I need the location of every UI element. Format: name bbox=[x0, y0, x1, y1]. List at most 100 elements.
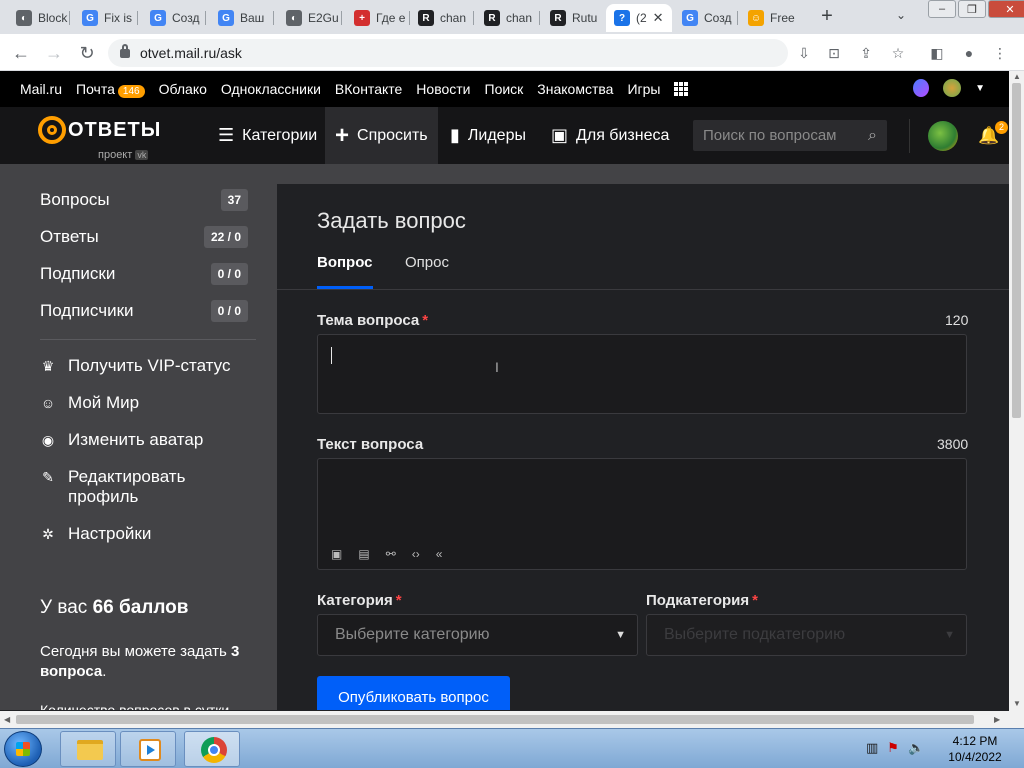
portal-link-vk[interactable]: ВКонтакте bbox=[335, 81, 402, 97]
more-menu-icon[interactable]: ⋮ bbox=[990, 43, 1010, 63]
url-omnibox[interactable]: otvet.mail.ru/ask bbox=[108, 39, 788, 67]
tab-poll[interactable]: Опрос bbox=[405, 254, 449, 271]
browser-tab[interactable]: R Rutu bbox=[542, 4, 606, 32]
network-icon[interactable]: ▥ bbox=[866, 740, 878, 756]
minimize-icon[interactable]: – bbox=[928, 0, 956, 18]
sidebar-item-answers[interactable]: Ответы 22 / 0 bbox=[40, 224, 248, 250]
user-avatar-small[interactable] bbox=[943, 79, 962, 97]
sidebar-item-questions[interactable]: Вопросы 37 bbox=[40, 187, 248, 213]
share-icon[interactable]: ⇪ bbox=[856, 43, 876, 63]
tab-search-chevron-icon[interactable]: ⌄ bbox=[896, 8, 906, 22]
start-button[interactable] bbox=[4, 731, 42, 767]
category-select[interactable]: Выберите категорию ▼ bbox=[317, 614, 638, 656]
vk-badge-icon: vk bbox=[135, 150, 149, 160]
scroll-down-icon[interactable]: ▼ bbox=[1013, 699, 1021, 708]
translate-icon[interactable]: ⊡ bbox=[824, 43, 844, 63]
taskbar-media-player[interactable] bbox=[120, 731, 176, 767]
insert-quote-icon[interactable]: « bbox=[436, 547, 443, 561]
sidebar-item-subscriptions[interactable]: Подписки 0 / 0 bbox=[40, 261, 248, 287]
window-close-icon[interactable]: ✕ bbox=[988, 0, 1024, 18]
browser-tab[interactable]: ◐ E2Gu bbox=[278, 4, 342, 32]
portal-link-mail[interactable]: Почта 146 bbox=[76, 81, 145, 98]
header-divider bbox=[909, 119, 910, 153]
forward-arrow-icon[interactable]: → bbox=[43, 42, 65, 64]
sidebar-link-settings[interactable]: ✲ Настройки bbox=[40, 524, 151, 544]
horizontal-scroll-thumb[interactable] bbox=[16, 715, 974, 724]
sidebar-link-edit-profile[interactable]: ✎ Редактировать профиль bbox=[40, 467, 210, 507]
lock-icon[interactable] bbox=[120, 43, 130, 58]
browser-tab[interactable]: ☺ Free bbox=[740, 4, 804, 32]
nav-business[interactable]: ▣ Для бизнеса bbox=[541, 107, 679, 164]
volume-icon[interactable]: 🔈 bbox=[908, 740, 924, 756]
portal-link-ok[interactable]: Одноклассники bbox=[221, 81, 321, 97]
tab-question[interactable]: Вопрос bbox=[317, 254, 373, 271]
new-tab-button[interactable]: + bbox=[816, 6, 838, 28]
clock-time: 4:12 PM bbox=[952, 734, 998, 748]
back-arrow-icon[interactable]: ← bbox=[10, 42, 32, 64]
browser-tab-active[interactable]: ? (2 ✕ bbox=[606, 4, 672, 32]
reload-icon[interactable]: ↻ bbox=[76, 42, 98, 64]
portal-link-mailru[interactable]: Mail.ru bbox=[20, 81, 62, 97]
portal-link-dating[interactable]: Знакомства bbox=[537, 81, 613, 97]
bookmark-star-icon[interactable]: ☆ bbox=[888, 43, 908, 63]
user-avatar[interactable] bbox=[928, 121, 958, 151]
browser-tab[interactable]: Rchan bbox=[476, 4, 540, 32]
required-asterisk: * bbox=[395, 592, 402, 609]
browser-tab[interactable]: + Где е bbox=[346, 4, 410, 32]
portal-link-news[interactable]: Новости bbox=[416, 81, 470, 97]
nav-leaders[interactable]: ▮ Лидеры bbox=[440, 107, 536, 164]
header-search-input[interactable]: Поиск по вопросам ⌕ bbox=[693, 120, 887, 151]
browser-tab[interactable]: ◐ Block bbox=[8, 4, 70, 32]
nav-categories[interactable]: ☰ Категории bbox=[208, 107, 327, 164]
browser-tab[interactable]: Rchan bbox=[410, 4, 474, 32]
horizontal-scrollbar[interactable]: ◀ ▶ bbox=[0, 711, 1024, 728]
sidebar-item-subscribers[interactable]: Подписчики 0 / 0 bbox=[40, 298, 248, 324]
tab-title: chan bbox=[440, 11, 467, 25]
sidebar-link-change-avatar[interactable]: ◉ Изменить аватар bbox=[40, 430, 203, 450]
insert-link-icon[interactable]: ⚯ bbox=[386, 547, 396, 561]
browser-tab[interactable]: G Созд bbox=[674, 4, 738, 32]
insert-image-icon[interactable]: ▣ bbox=[331, 547, 342, 561]
taskbar-chrome[interactable] bbox=[184, 731, 240, 767]
taskbar-explorer[interactable] bbox=[60, 731, 116, 767]
question-text-editor[interactable]: ▣ ▤ ⚯ ‹› « bbox=[317, 458, 967, 570]
edit-profile-icon: ✎ bbox=[42, 469, 54, 485]
topic-input[interactable]: I bbox=[317, 334, 967, 414]
insert-code-icon[interactable]: ‹› bbox=[412, 547, 420, 561]
otvety-logo[interactable]: ОТВЕТЫ проект vk bbox=[38, 116, 162, 161]
url-text[interactable]: otvet.mail.ru/ask bbox=[140, 45, 242, 61]
tab-close-icon[interactable]: ✕ bbox=[653, 10, 664, 26]
chevron-down-icon[interactable]: ▼ bbox=[975, 83, 985, 94]
browser-tab[interactable]: G Fix is bbox=[74, 4, 138, 32]
sidebar-link-vip[interactable]: ♛ Получить VIP-статус bbox=[40, 356, 231, 376]
portal-link-cloud[interactable]: Облако bbox=[159, 81, 207, 97]
action-center-icon[interactable]: ⚑ bbox=[887, 740, 899, 756]
maximize-icon[interactable]: ❐ bbox=[958, 0, 986, 18]
scroll-up-icon[interactable]: ▲ bbox=[1013, 72, 1021, 81]
portal-link-search[interactable]: Поиск bbox=[485, 81, 524, 97]
side-panel-icon[interactable]: ◧ bbox=[927, 43, 947, 63]
insert-video-icon[interactable]: ▤ bbox=[358, 547, 369, 561]
logo-word: ОТВЕТЫ bbox=[68, 118, 162, 141]
install-app-icon[interactable]: ⇩ bbox=[794, 43, 814, 63]
scroll-right-icon[interactable]: ▶ bbox=[994, 715, 1000, 724]
apps-grid-icon[interactable] bbox=[674, 82, 689, 96]
vertical-scroll-thumb[interactable] bbox=[1012, 83, 1021, 418]
search-icon[interactable]: ⌕ bbox=[868, 127, 877, 145]
vertical-scrollbar[interactable]: ▲ ▼ bbox=[1009, 71, 1024, 711]
profile-icon[interactable]: ● bbox=[959, 43, 979, 63]
sidebar-link-label: Изменить аватар bbox=[68, 430, 204, 449]
browser-tab[interactable]: G Созд bbox=[142, 4, 206, 32]
windows-taskbar: ▥ ⚑ 🔈 4:12 PM 10/4/2022 bbox=[0, 728, 1024, 768]
publish-question-button[interactable]: Опубликовать вопрос bbox=[317, 676, 510, 710]
portal-link-games[interactable]: Игры bbox=[627, 81, 660, 97]
voice-assistant-icon[interactable] bbox=[913, 79, 930, 97]
sidebar-link-my-world[interactable]: ☺ Мой Мир bbox=[40, 393, 139, 413]
browser-tab[interactable]: G Ваш bbox=[210, 4, 274, 32]
tab-title: Free bbox=[770, 11, 795, 25]
smile-icon: ☺ bbox=[40, 395, 56, 411]
scroll-left-icon[interactable]: ◀ bbox=[4, 715, 10, 724]
nav-ask[interactable]: + Спросить bbox=[325, 107, 438, 164]
text-cursor-icon: I bbox=[495, 359, 499, 375]
system-clock[interactable]: 4:12 PM 10/4/2022 bbox=[940, 733, 1010, 765]
